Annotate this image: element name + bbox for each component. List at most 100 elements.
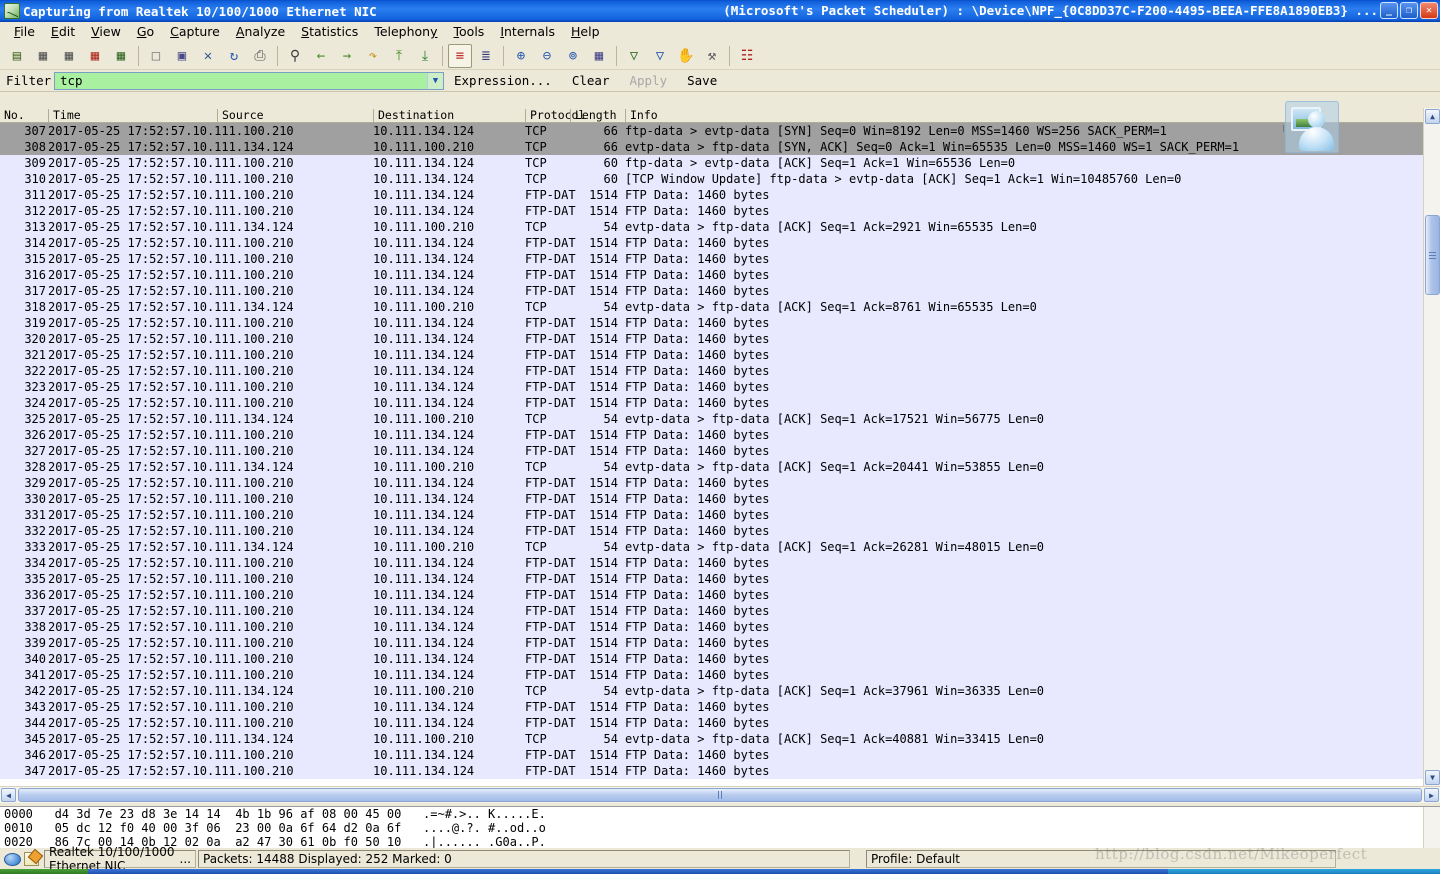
- find-packet-icon[interactable]: ⚲: [283, 44, 307, 68]
- table-row[interactable]: 335 2017-05-25 17:52:57.10.111.100.210 10.…: [0, 571, 1423, 587]
- table-row[interactable]: 329 2017-05-25 17:52:57.10.111.100.210 10.…: [0, 475, 1423, 491]
- menu-item-capture[interactable]: Capture: [162, 22, 228, 41]
- packet-bytes-pane[interactable]: 0000 d4 3d 7e 23 d8 3e 14 14 4b 1b 96 af…: [0, 806, 1440, 848]
- menu-item-edit[interactable]: Edit: [43, 22, 83, 41]
- table-row[interactable]: 347 2017-05-25 17:52:57.10.111.100.210 10.…: [0, 763, 1423, 779]
- capture-file-notes-icon[interactable]: [24, 852, 39, 866]
- chevron-left-icon[interactable]: ◀: [1, 788, 16, 802]
- table-row[interactable]: 324 2017-05-25 17:52:57.10.111.100.210 10.…: [0, 395, 1423, 411]
- column-header-time[interactable]: Time: [48, 109, 81, 123]
- table-row[interactable]: 317 2017-05-25 17:52:57.10.111.100.210 10.…: [0, 283, 1423, 299]
- table-row[interactable]: 330 2017-05-25 17:52:57.10.111.100.210 10.…: [0, 491, 1423, 507]
- column-header-len[interactable]: Length: [570, 109, 617, 123]
- menu-item-help[interactable]: Help: [563, 22, 608, 41]
- table-row[interactable]: 328 2017-05-25 17:52:57.10.111.134.124 10.…: [0, 459, 1423, 475]
- expert-info-circle-icon[interactable]: [4, 852, 21, 866]
- packet-list-rows[interactable]: 307 2017-05-25 17:52:57.10.111.100.210 10.…: [0, 123, 1423, 779]
- go-forward-icon[interactable]: →: [335, 44, 359, 68]
- stop-capture-icon[interactable]: ▦: [83, 44, 107, 68]
- table-row[interactable]: 345 2017-05-25 17:52:57.10.111.134.124 10.…: [0, 731, 1423, 747]
- menu-item-file[interactable]: File: [6, 22, 43, 41]
- table-row[interactable]: 341 2017-05-25 17:52:57.10.111.100.210 10.…: [0, 667, 1423, 683]
- zoom-out-icon[interactable]: ⊖: [535, 44, 559, 68]
- menu-item-analyze[interactable]: Analyze: [228, 22, 293, 41]
- close-button[interactable]: ✕: [1420, 2, 1438, 19]
- restart-capture-icon[interactable]: ▦: [109, 44, 133, 68]
- print-icon[interactable]: ⎙: [248, 44, 272, 68]
- close-file-icon[interactable]: ✕: [196, 44, 220, 68]
- table-row[interactable]: 342 2017-05-25 17:52:57.10.111.134.124 10.…: [0, 683, 1423, 699]
- zoom-reset-icon[interactable]: ⊚: [561, 44, 585, 68]
- interfaces-icon[interactable]: ▤: [5, 44, 29, 68]
- table-row[interactable]: 336 2017-05-25 17:52:57.10.111.100.210 10.…: [0, 587, 1423, 603]
- table-row[interactable]: 331 2017-05-25 17:52:57.10.111.100.210 10.…: [0, 507, 1423, 523]
- horizontal-scroll-thumb[interactable]: [18, 788, 1422, 802]
- table-row[interactable]: 311 2017-05-25 17:52:57.10.111.100.210 10.…: [0, 187, 1423, 203]
- packet-list-vertical-scrollbar[interactable]: ▲ ▼: [1423, 108, 1440, 786]
- table-row[interactable]: 325 2017-05-25 17:52:57.10.111.134.124 10.…: [0, 411, 1423, 427]
- start-capture-icon[interactable]: ▦: [57, 44, 81, 68]
- table-row[interactable]: 321 2017-05-25 17:52:57.10.111.100.210 10.…: [0, 347, 1423, 363]
- auto-scroll-icon[interactable]: ≣: [474, 44, 498, 68]
- table-row[interactable]: 308 2017-05-25 17:52:57.10.111.134.124 10.…: [0, 139, 1423, 155]
- chevron-up-icon[interactable]: ▲: [1425, 109, 1440, 124]
- capture-filters-icon[interactable]: ▽: [622, 44, 646, 68]
- column-header-dst[interactable]: Destination: [373, 109, 454, 123]
- table-row[interactable]: 314 2017-05-25 17:52:57.10.111.100.210 10.…: [0, 235, 1423, 251]
- filter-input-container[interactable]: tcp ▼: [54, 71, 444, 90]
- coloring-rules-icon[interactable]: ✋: [674, 44, 698, 68]
- table-row[interactable]: 344 2017-05-25 17:52:57.10.111.100.210 10.…: [0, 715, 1423, 731]
- save-file-icon[interactable]: ▣: [170, 44, 194, 68]
- go-to-packet-icon[interactable]: ↷: [361, 44, 385, 68]
- system-tray[interactable]: [1168, 869, 1440, 874]
- vertical-scroll-thumb[interactable]: [1425, 215, 1440, 295]
- table-row[interactable]: 320 2017-05-25 17:52:57.10.111.100.210 10.…: [0, 331, 1423, 347]
- filter-input[interactable]: tcp: [55, 73, 427, 88]
- table-row[interactable]: 307 2017-05-25 17:52:57.10.111.100.210 10.…: [0, 123, 1423, 139]
- help-contents-icon[interactable]: ☷: [735, 44, 759, 68]
- menu-item-tools[interactable]: Tools: [446, 22, 493, 41]
- packet-list[interactable]: No. Time Source Destination Protocol Length In…: [0, 108, 1423, 786]
- chevron-down-icon[interactable]: ▼: [1425, 770, 1440, 785]
- chevron-down-icon[interactable]: ▼: [427, 72, 443, 89]
- start-button[interactable]: [0, 869, 88, 874]
- table-row[interactable]: 309 2017-05-25 17:52:57.10.111.100.210 10.…: [0, 155, 1423, 171]
- table-row[interactable]: 318 2017-05-25 17:52:57.10.111.134.124 10.…: [0, 299, 1423, 315]
- hex-pane-vertical-scrollbar[interactable]: [1423, 807, 1440, 848]
- save-filter-button[interactable]: Save: [677, 73, 727, 88]
- menu-item-view[interactable]: View: [83, 22, 129, 41]
- menu-item-statistics[interactable]: Statistics: [293, 22, 366, 41]
- table-row[interactable]: 313 2017-05-25 17:52:57.10.111.134.124 10.…: [0, 219, 1423, 235]
- table-row[interactable]: 323 2017-05-25 17:52:57.10.111.100.210 10.…: [0, 379, 1423, 395]
- colorize-icon[interactable]: ≡: [448, 43, 472, 68]
- table-row[interactable]: 343 2017-05-25 17:52:57.10.111.100.210 10.…: [0, 699, 1423, 715]
- table-row[interactable]: 338 2017-05-25 17:52:57.10.111.100.210 10.…: [0, 619, 1423, 635]
- remote-desktop-user-icon[interactable]: [1285, 101, 1339, 153]
- chevron-right-icon[interactable]: ▶: [1424, 788, 1439, 802]
- table-row[interactable]: 316 2017-05-25 17:52:57.10.111.100.210 10.…: [0, 267, 1423, 283]
- capture-options-icon[interactable]: ▦: [31, 44, 55, 68]
- reload-icon[interactable]: ↻: [222, 44, 246, 68]
- table-row[interactable]: 332 2017-05-25 17:52:57.10.111.100.210 10.…: [0, 523, 1423, 539]
- status-interface-cell[interactable]: Realtek 10/100/1000 Ethernet NIC ...: [44, 845, 196, 873]
- preferences-icon[interactable]: ⚒: [700, 44, 724, 68]
- go-to-last-icon[interactable]: ⤓: [413, 44, 437, 68]
- table-row[interactable]: 326 2017-05-25 17:52:57.10.111.100.210 10.…: [0, 427, 1423, 443]
- table-row[interactable]: 312 2017-05-25 17:52:57.10.111.100.210 10.…: [0, 203, 1423, 219]
- expression-button[interactable]: Expression...: [444, 73, 562, 88]
- maximize-button[interactable]: ❐: [1400, 2, 1418, 19]
- menu-item-go[interactable]: Go: [129, 22, 162, 41]
- zoom-in-icon[interactable]: ⊕: [509, 44, 533, 68]
- table-row[interactable]: 315 2017-05-25 17:52:57.10.111.100.210 10.…: [0, 251, 1423, 267]
- menu-item-telephony[interactable]: Telephony: [366, 22, 445, 41]
- table-row[interactable]: 340 2017-05-25 17:52:57.10.111.100.210 10.…: [0, 651, 1423, 667]
- column-header-info[interactable]: Info: [625, 109, 658, 123]
- status-profile-cell[interactable]: Profile: Default: [866, 850, 1336, 868]
- resize-columns-icon[interactable]: ▦: [587, 44, 611, 68]
- table-row[interactable]: 322 2017-05-25 17:52:57.10.111.100.210 10.…: [0, 363, 1423, 379]
- open-file-icon[interactable]: □: [144, 44, 168, 68]
- display-filters-icon[interactable]: ▽: [648, 44, 672, 68]
- packet-list-horizontal-scrollbar[interactable]: ◀ ▶: [0, 786, 1440, 803]
- table-row[interactable]: 346 2017-05-25 17:52:57.10.111.100.210 10.…: [0, 747, 1423, 763]
- table-row[interactable]: 333 2017-05-25 17:52:57.10.111.134.124 10.…: [0, 539, 1423, 555]
